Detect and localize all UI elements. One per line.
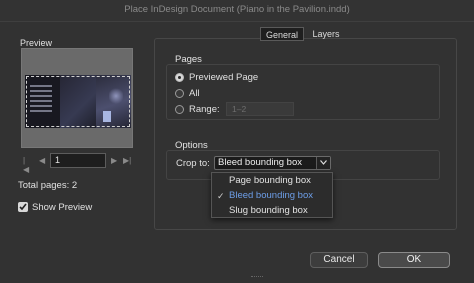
cancel-button[interactable]: Cancel <box>310 252 368 268</box>
radio-button[interactable] <box>175 73 184 82</box>
tab-layers[interactable]: Layers <box>306 27 346 41</box>
preview-label: Preview <box>20 38 53 48</box>
checkmark-icon <box>19 203 27 211</box>
first-page-icon[interactable]: |◀ <box>23 156 29 174</box>
checkmark-icon: ✓ <box>217 191 225 201</box>
menu-item-label: Bleed bounding box <box>229 190 313 201</box>
next-page-icon[interactable]: ▶ <box>111 156 117 165</box>
crop-to-label: Crop to: <box>176 158 210 169</box>
radio-label: Previewed Page <box>189 72 259 83</box>
bleed-outline <box>26 76 130 127</box>
menu-item-slug-bounding-box[interactable]: Slug bounding box <box>212 204 332 218</box>
radio-label: Range: <box>189 104 220 115</box>
total-pages-label: Total pages: 2 <box>18 180 78 191</box>
page-number-input[interactable]: 1 <box>50 153 106 168</box>
menu-item-bleed-bounding-box[interactable]: ✓ Bleed bounding box <box>212 189 332 203</box>
tab-general[interactable]: General <box>260 27 304 41</box>
range-input[interactable]: 1–2 <box>226 102 294 116</box>
chevron-down-icon[interactable] <box>316 157 330 169</box>
menu-item-label: Page bounding box <box>229 175 311 186</box>
resize-handle <box>251 276 263 280</box>
menu-item-page-bounding-box[interactable]: Page bounding box <box>212 174 332 188</box>
place-dialog: Preview |◀ ◀ 1 ▶ ▶| Total pages: 2 Show … <box>0 22 474 283</box>
menu-item-label: Slug bounding box <box>229 205 308 216</box>
crop-dropdown-menu: Page bounding box ✓ Bleed bounding box S… <box>211 172 333 218</box>
previous-page-icon[interactable]: ◀ <box>39 156 45 165</box>
crop-select-value: Bleed bounding box <box>218 157 302 168</box>
ok-button[interactable]: OK <box>378 252 450 268</box>
window-title: Place InDesign Document (Piano in the Pa… <box>0 0 474 22</box>
show-preview-label: Show Preview <box>32 202 93 213</box>
checkbox-box[interactable] <box>18 202 28 212</box>
crop-to-select[interactable]: Bleed bounding box <box>214 156 331 170</box>
radio-button[interactable] <box>175 105 184 114</box>
preview-frame <box>21 48 133 148</box>
radio-button[interactable] <box>175 89 184 98</box>
radio-label: All <box>189 88 200 99</box>
last-page-icon[interactable]: ▶| <box>123 156 131 165</box>
page-thumbnail <box>25 75 131 128</box>
